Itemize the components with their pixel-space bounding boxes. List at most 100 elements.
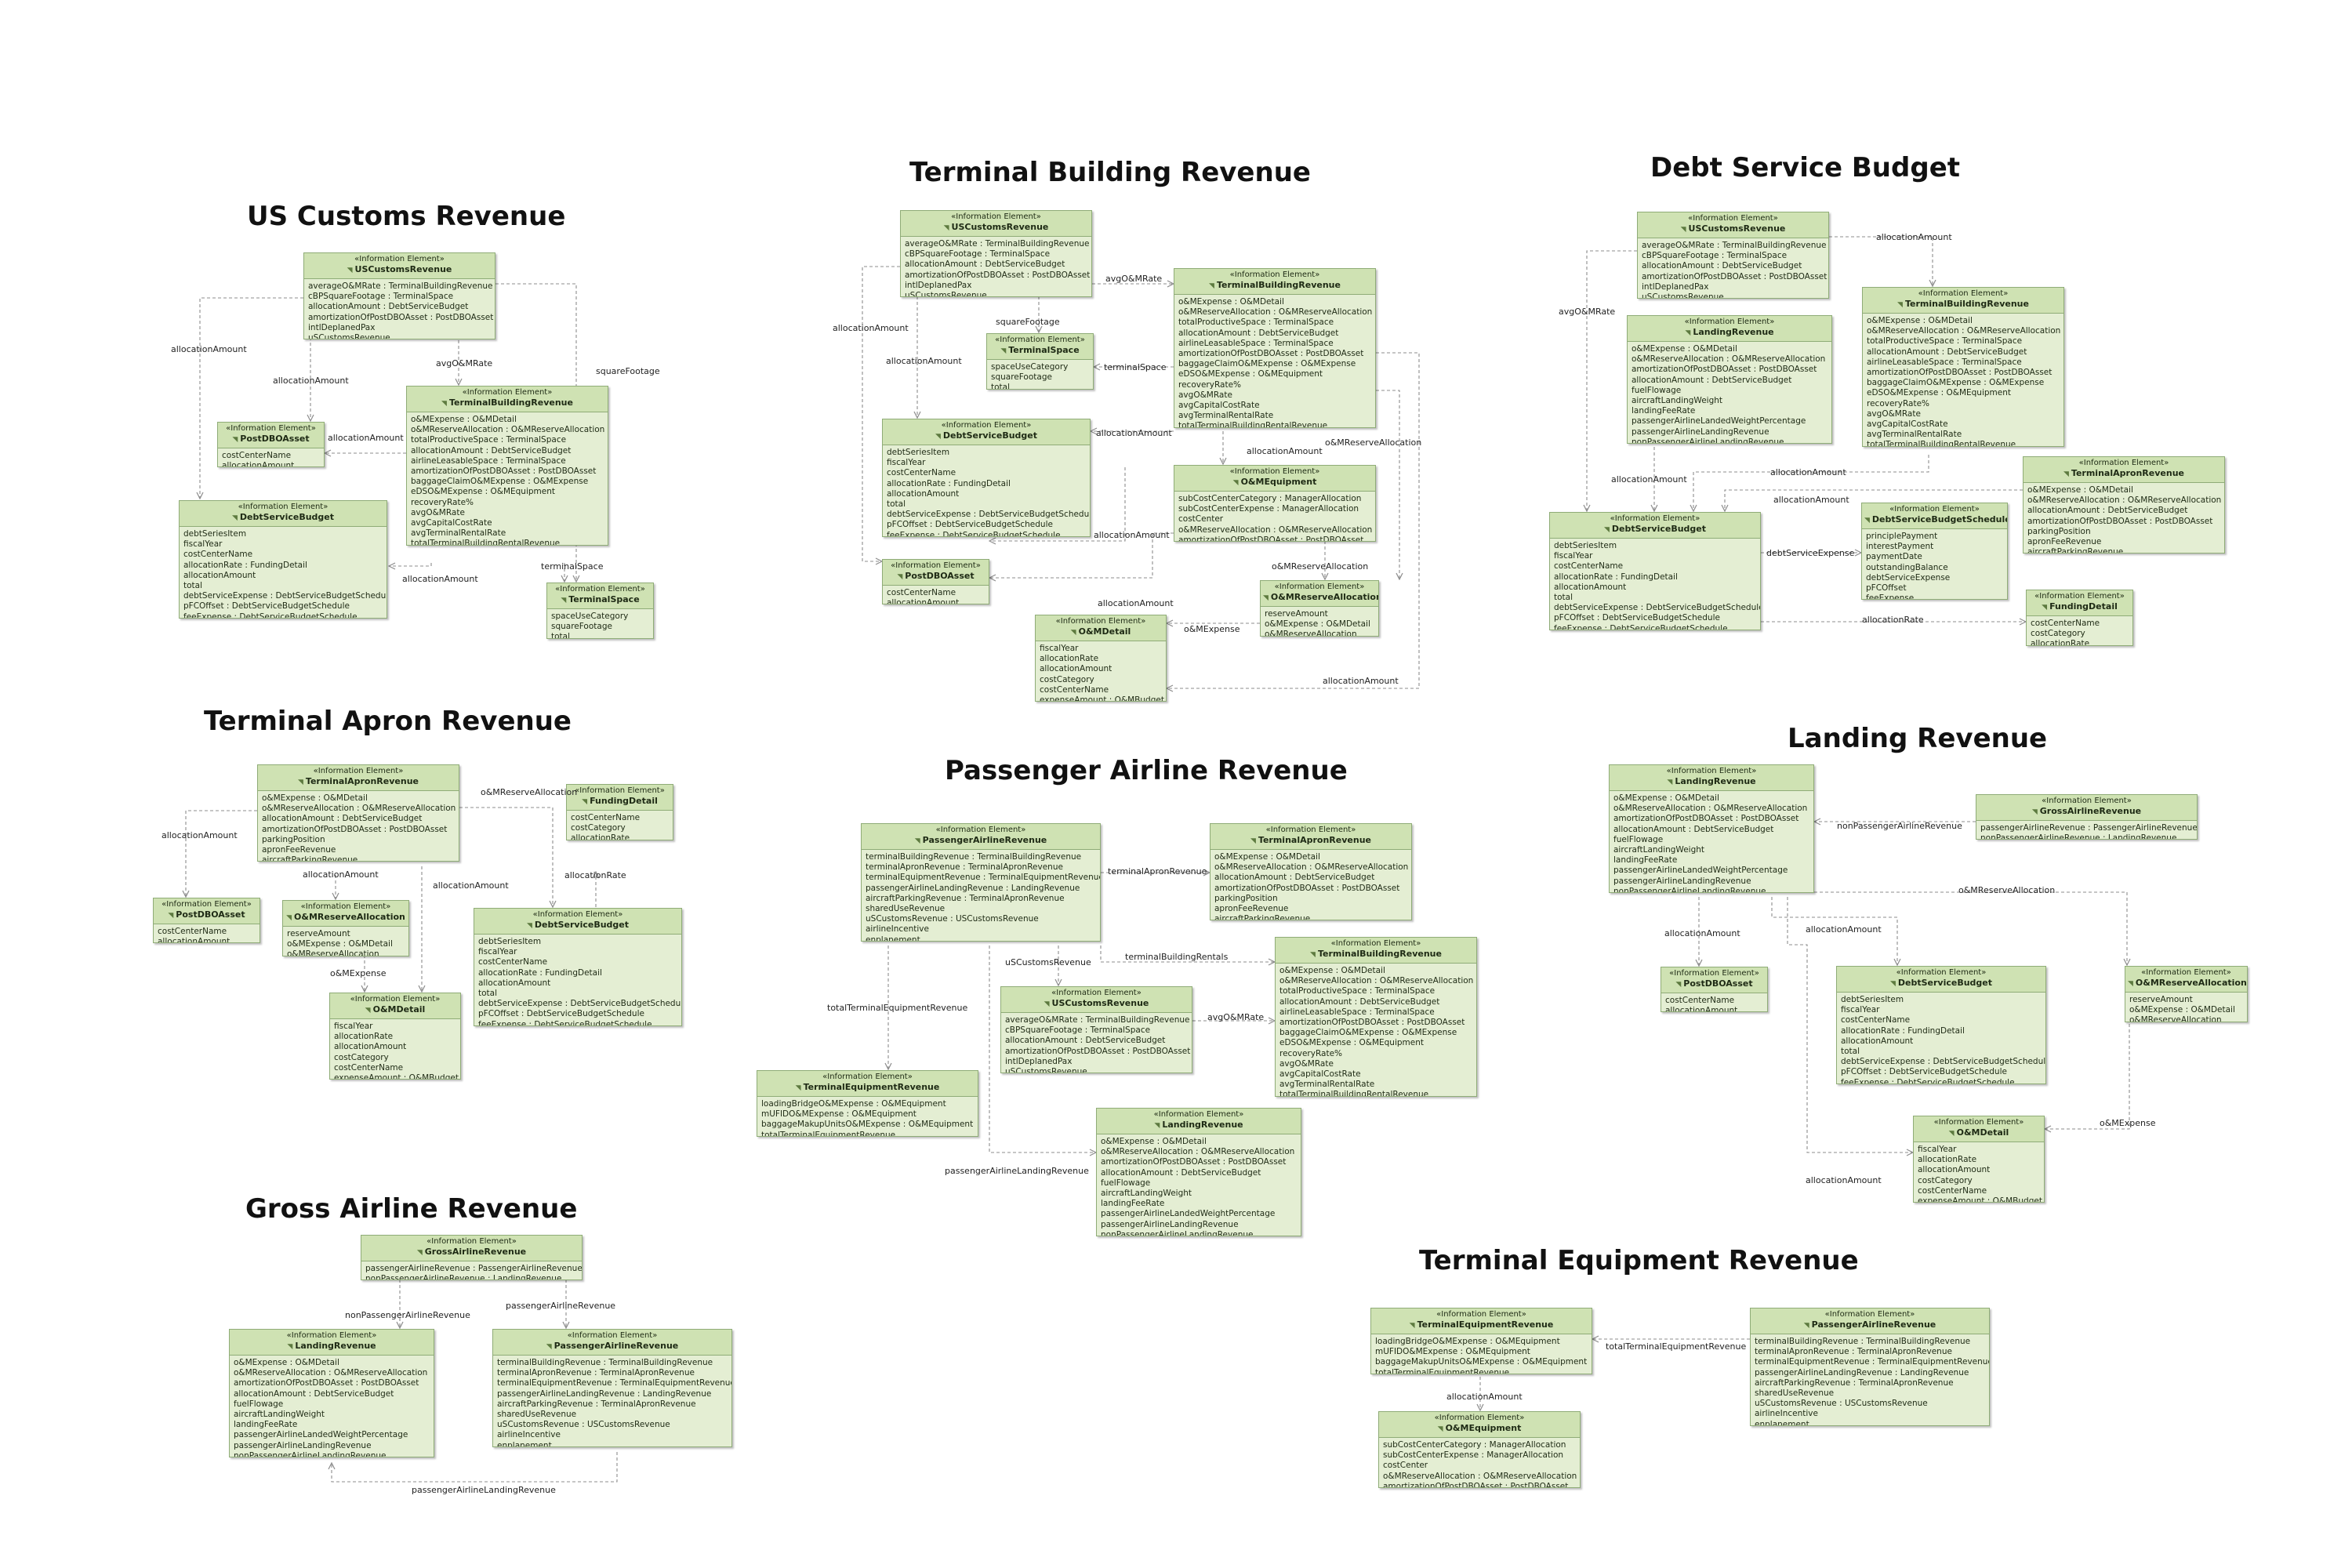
element-box-par[interactable]: «Information Element» ◥ PassengerAirlineRe… (861, 823, 1101, 942)
element-box-fd[interactable]: «Information Element» ◥ FundingDetail costC… (2026, 590, 2133, 646)
attribute-row: terminalApronRevenue : TerminalApronReve… (866, 862, 1063, 873)
element-box-gar[interactable]: «Information Element» ◥ GrossAirlineRevenu… (361, 1235, 583, 1281)
attribute-row: fuelFlowage (1101, 1178, 1151, 1188)
element-box-pdbo[interactable]: «Information Element» ◥ PostDBOAsset costCe… (217, 422, 325, 468)
connector-label: allocationAmount (1876, 232, 1952, 242)
element-title: ◥ PassengerAirlineRevenue (864, 835, 1098, 847)
element-box-gar[interactable]: «Information Element» ◥ GrossAirlineRevenu… (1976, 794, 2198, 840)
attribute-list: terminalBuildingRevenue : TerminalBuildi… (493, 1356, 731, 1446)
attribute-row: terminalApronRevenue : TerminalApronReve… (497, 1368, 695, 1378)
attribute-row: o&MExpense : O&MDetail (1613, 793, 1719, 803)
element-box-tar[interactable]: «Information Element» ◥ TerminalApronReven… (2023, 456, 2225, 554)
attribute-list: costCenterName costCategory allocationRate (2027, 616, 2132, 645)
element-icon: ◥ (2063, 470, 2069, 478)
element-stereotype: «Information Element» (1229, 270, 1320, 279)
diagram-title: Gross Airline Revenue (245, 1193, 578, 1225)
element-box-lr[interactable]: «Information Element» ◥ LandingRevenue o&ME… (229, 1329, 434, 1457)
element-title: ◥ TerminalSpace (550, 594, 651, 606)
element-box-usc[interactable]: «Information Element» ◥ USCustomsRevenue av… (1637, 212, 1829, 299)
element-icon: ◥ (1000, 347, 1007, 355)
attribute-list: averageO&MRate : TerminalBuildingRevenue… (1001, 1013, 1192, 1073)
element-box-lr[interactable]: «Information Element» ◥ LandingRevenue o&ME… (1627, 315, 1832, 444)
element-box-lr[interactable]: «Information Element» ◥ LandingRevenue o&ME… (1609, 764, 1814, 893)
element-box-pdbo[interactable]: «Information Element» ◥ PostDBOAsset costCe… (1661, 967, 1768, 1013)
element-icon: ◥ (546, 1343, 552, 1351)
element-header: «Information Element» ◥ TerminalApronReven… (2024, 457, 2224, 483)
element-box-ts[interactable]: «Information Element» ◥ TerminalSpace space… (986, 333, 1094, 390)
element-box-usc[interactable]: «Information Element» ◥ USCustomsRevenue av… (303, 252, 495, 340)
attribute-row: costCenterName (1665, 996, 1735, 1005)
attribute-row: allocationAmount (887, 598, 960, 605)
element-box-pdbo[interactable]: «Information Element» ◥ PostDBOAsset costCe… (153, 898, 260, 944)
element-box-tbr[interactable]: «Information Element» ◥ TerminalBuildingRe… (406, 386, 608, 546)
attribute-row: costCenterName (2031, 619, 2100, 628)
attribute-row: o&MReserveAllocation : O&MReserveAllocat… (262, 804, 456, 814)
attribute-row: fiscalYear (478, 947, 517, 957)
attribute-row: intlDeplanedPax (905, 280, 972, 290)
element-box-dsb[interactable]: «Information Element» ◥ DebtServiceBudget d… (474, 908, 682, 1026)
element-box-omra[interactable]: «Information Element» ◥ O&MReserveAllocati… (1260, 580, 1379, 637)
element-box-omd[interactable]: «Information Element» ◥ O&MDetail fiscalYea… (1035, 615, 1167, 702)
connector-label: nonPassengerAirlineRevenue (1837, 821, 1962, 831)
element-box-dsb[interactable]: «Information Element» ◥ DebtServiceBudget d… (179, 500, 387, 619)
attribute-row: terminalBuildingRevenue : TerminalBuildi… (497, 1358, 713, 1367)
attribute-row: allocationAmount (222, 461, 295, 468)
attribute-row: total (183, 581, 203, 591)
attribute-row: allocationAmount : DebtServiceBudget (308, 302, 469, 312)
element-box-tbr[interactable]: «Information Element» ◥ TerminalBuildingRe… (1174, 268, 1376, 428)
attribute-row: costCenterName (1841, 1015, 1911, 1025)
element-box-tbr[interactable]: «Information Element» ◥ TerminalBuildingRe… (1275, 937, 1477, 1097)
element-box-tbr[interactable]: «Information Element» ◥ TerminalBuildingRe… (1862, 287, 2064, 447)
attribute-row: airlineLeasableSpace : TerminalSpace (1867, 357, 2022, 367)
element-box-omd[interactable]: «Information Element» ◥ O&MDetail fiscalYea… (1913, 1116, 2045, 1203)
element-stereotype: «Information Element» (2141, 968, 2231, 977)
element-box-omra[interactable]: «Information Element» ◥ O&MReserveAllocati… (2125, 966, 2248, 1022)
element-box-par[interactable]: «Information Element» ◥ PassengerAirlineRe… (492, 1329, 732, 1447)
attribute-row: loadingBridgeO&MExpense : O&MEquipment (1375, 1337, 1560, 1346)
element-box-usc[interactable]: «Information Element» ◥ USCustomsRevenue av… (1000, 986, 1192, 1074)
attribute-row: baggageClaimO&MExpense : O&MExpense (1178, 359, 1356, 369)
element-stereotype: «Information Element» (300, 902, 391, 911)
element-box-dsb[interactable]: «Information Element» ◥ DebtServiceBudget d… (882, 419, 1091, 537)
attribute-row: interestPayment (1866, 542, 1934, 552)
element-box-pdbo[interactable]: «Information Element» ◥ PostDBOAsset costCe… (882, 559, 989, 605)
element-box-omeq[interactable]: «Information Element» ◥ O&MEquipment subCos… (1378, 1411, 1581, 1488)
element-box-lr[interactable]: «Information Element» ◥ LandingRevenue o&ME… (1096, 1108, 1301, 1236)
element-title: ◥ O&MEquipment (1381, 1423, 1577, 1435)
element-box-dsbs[interactable]: «Information Element» ◥ DebtServiceBudgetS… (1861, 503, 2008, 601)
attribute-row: allocationAmount : DebtServiceBudget (1005, 1036, 1166, 1046)
attribute-row: uSCustomsRevenue (905, 291, 987, 298)
attribute-row: o&MReserveAllocation : O&MReserveAllocat… (1279, 976, 1474, 986)
element-box-ts[interactable]: «Information Element» ◥ TerminalSpace space… (546, 583, 654, 639)
element-icon: ◥ (1603, 526, 1610, 534)
attribute-list: o&MExpense : O&MDetail o&MReserveAllocati… (1097, 1134, 1301, 1236)
connector-label: o&MExpense (2100, 1118, 2156, 1128)
connector-label: allocationAmount (1094, 530, 1170, 540)
element-name: O&MReserveAllocation (294, 912, 405, 922)
element-box-omeq[interactable]: «Information Element» ◥ O&MEquipment subCos… (1174, 465, 1376, 542)
attribute-row: passengerAirlineLandingRevenue : Landing… (866, 883, 1080, 893)
element-stereotype: «Information Element» (1274, 583, 1365, 591)
element-box-ter[interactable]: «Information Element» ◥ TerminalEquipmentR… (1370, 1308, 1592, 1374)
element-box-omd[interactable]: «Information Element» ◥ O&MDetail fiscalYea… (329, 993, 461, 1080)
element-name: TerminalBuildingRevenue (1904, 299, 2029, 309)
element-box-tar[interactable]: «Information Element» ◥ TerminalApronReven… (257, 764, 459, 862)
attribute-row: totalTerminalEquipmentRevenue (1375, 1367, 1510, 1374)
attribute-row: averageO&MRate : TerminalBuildingRevenue (1642, 241, 1827, 250)
attribute-list: debtSeriesItem fiscalYear costCenterName al… (1550, 539, 1760, 630)
element-box-par[interactable]: «Information Element» ◥ PassengerAirlineRe… (1750, 1308, 1990, 1426)
element-box-tar[interactable]: «Information Element» ◥ TerminalApronReven… (1210, 823, 1412, 921)
element-box-usc[interactable]: «Information Element» ◥ USCustomsRevenue av… (900, 210, 1092, 298)
element-box-dsb[interactable]: «Information Element» ◥ DebtServiceBudget d… (1549, 512, 1761, 630)
element-box-ter[interactable]: «Information Element» ◥ TerminalEquipmentR… (757, 1070, 978, 1137)
element-box-dsb[interactable]: «Information Element» ◥ DebtServiceBudget d… (1836, 966, 2046, 1084)
element-title: ◥ USCustomsRevenue (1640, 223, 1826, 235)
attribute-list: costCenterName allocationAmount (1661, 993, 1767, 1013)
attribute-list: averageO&MRate : TerminalBuildingRevenue… (1638, 238, 1828, 298)
attribute-row: reserveAmount (2129, 995, 2193, 1004)
attribute-row: costCenterName (222, 451, 292, 460)
element-box-fd[interactable]: «Information Element» ◥ FundingDetail costC… (566, 784, 673, 840)
attribute-row: allocationAmount (1665, 1006, 1738, 1013)
element-box-omra[interactable]: «Information Element» ◥ O&MReserveAllocati… (282, 900, 409, 956)
element-icon: ◥ (168, 912, 174, 920)
